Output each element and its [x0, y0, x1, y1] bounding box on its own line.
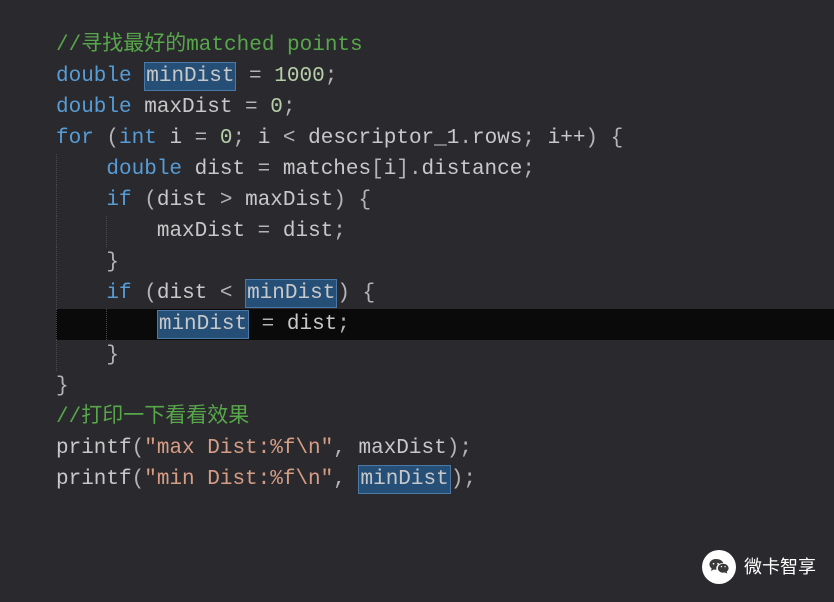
keyword: double	[56, 65, 132, 88]
code-line[interactable]: }	[56, 340, 834, 371]
code-line[interactable]: //打印一下看看效果	[56, 402, 834, 433]
code-line[interactable]: //寻找最好的matched points	[56, 30, 834, 61]
code-line[interactable]: if (dist > maxDist) {	[56, 185, 834, 216]
code-line[interactable]: for (int i = 0; i < descriptor_1.rows; i…	[56, 123, 834, 154]
selected-identifier: minDist	[245, 279, 337, 308]
number-literal: 0	[270, 96, 283, 119]
watermark-text: 微卡智享	[744, 552, 816, 583]
watermark: 微卡智享	[702, 550, 816, 584]
code-line[interactable]: double dist = matches[i].distance;	[56, 154, 834, 185]
selected-identifier: minDist	[144, 62, 236, 91]
keyword: for	[56, 127, 94, 150]
code-line[interactable]: }	[56, 371, 834, 402]
comment-text: //寻找最好的matched points	[56, 34, 363, 57]
code-line[interactable]: if (dist < minDist) {	[56, 278, 834, 309]
code-editor[interactable]: //寻找最好的matched points double minDist = 1…	[0, 0, 834, 495]
code-line[interactable]: }	[56, 247, 834, 278]
keyword: double	[106, 158, 182, 181]
wechat-icon	[702, 550, 736, 584]
code-line[interactable]: double minDist = 1000;	[56, 61, 834, 92]
code-line[interactable]: double maxDist = 0;	[56, 92, 834, 123]
code-content[interactable]: //寻找最好的matched points double minDist = 1…	[56, 30, 834, 495]
code-line[interactable]: printf("max Dist:%f\n", maxDist);	[56, 433, 834, 464]
keyword: double	[56, 96, 132, 119]
selected-identifier: minDist	[358, 465, 450, 494]
code-line[interactable]: printf("min Dist:%f\n", minDist);	[56, 464, 834, 495]
keyword: if	[106, 282, 131, 305]
string-literal: "min Dist:%f\n"	[144, 468, 333, 491]
comment-text: //打印一下看看效果	[56, 406, 249, 429]
selected-identifier: minDist	[157, 310, 249, 339]
code-line-current[interactable]: minDist = dist;	[56, 309, 834, 340]
keyword: if	[106, 189, 131, 212]
keyword: int	[119, 127, 157, 150]
chat-bubbles-icon	[709, 559, 729, 575]
number-literal: 1000	[274, 65, 324, 88]
string-literal: "max Dist:%f\n"	[144, 437, 333, 460]
code-line[interactable]: maxDist = dist;	[56, 216, 834, 247]
